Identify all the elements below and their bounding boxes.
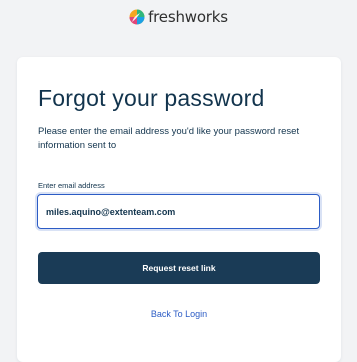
brand-name: freshworks [148,8,228,26]
page-title: Forgot your password [38,85,265,111]
back-to-login-link[interactable]: Back To Login [17,309,341,319]
forgot-password-card: Forgot your password Please enter the em… [17,57,341,362]
instructions-text: Please enter the email address you'd lik… [38,126,300,151]
email-label: Enter email address [38,181,105,190]
freshworks-logo-icon [129,9,145,25]
brand-header: freshworks [0,8,357,26]
request-reset-link-button[interactable]: Request reset link [38,252,320,284]
email-field[interactable] [37,194,320,229]
